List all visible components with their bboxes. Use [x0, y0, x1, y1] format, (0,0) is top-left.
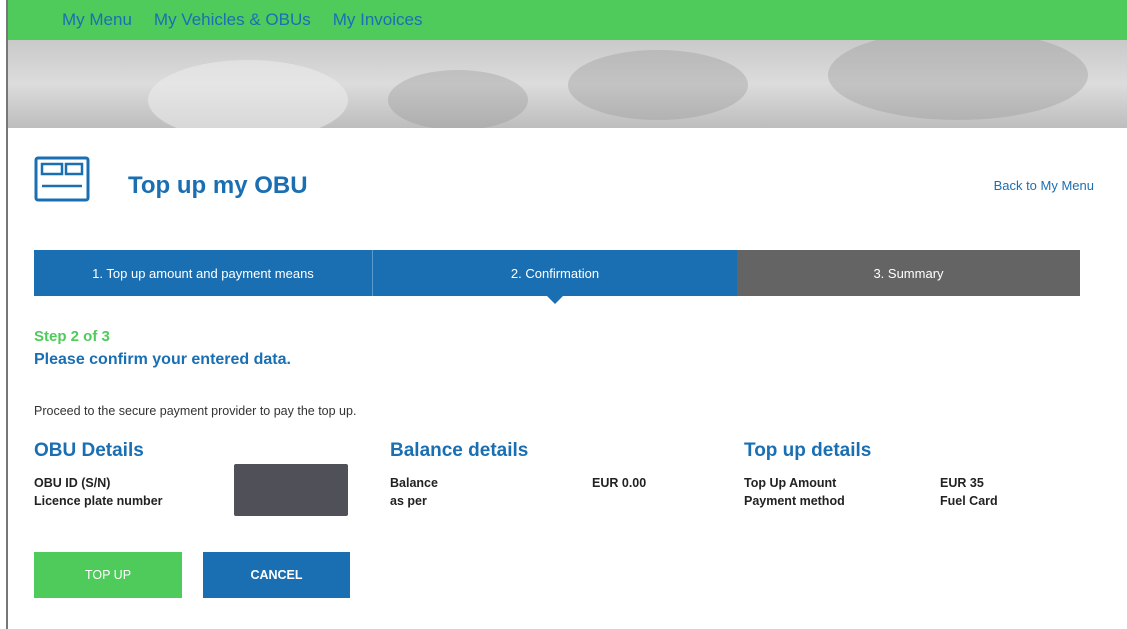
top-navigation: My Menu My Vehicles & OBUs My Invoices [8, 0, 1127, 40]
as-per-row: as per [390, 494, 690, 512]
back-to-my-menu-link[interactable]: Back to My Menu [994, 178, 1094, 193]
step-3-label: 3. Summary [873, 265, 944, 281]
obu-device-icon [34, 156, 90, 202]
topup-amount-row: Top Up Amount EUR 35 [744, 476, 1054, 494]
payment-method-value: Fuel Card [940, 494, 998, 508]
redacted-obu-values [234, 464, 348, 516]
header-banner-image [8, 40, 1127, 128]
balance-details-heading: Balance details [390, 440, 529, 461]
obu-details-heading: OBU Details [34, 440, 144, 461]
page-header: Top up my OBU Back to My Menu [34, 150, 1094, 210]
nav-my-invoices[interactable]: My Invoices [333, 10, 423, 30]
balance-row: Balance EUR 0.00 [390, 476, 690, 494]
step-1-tab[interactable]: 1. Top up amount and payment means [34, 250, 372, 296]
progress-steps: 1. Top up amount and payment means 2. Co… [34, 250, 1080, 304]
nav-my-menu[interactable]: My Menu [62, 10, 132, 30]
as-per-label: as per [390, 494, 427, 508]
balance-value: EUR 0.00 [592, 476, 647, 490]
confirm-heading: Please confirm your entered data. [34, 351, 291, 368]
active-step-indicator [547, 296, 563, 304]
step-1-label: 1. Top up amount and payment means [92, 265, 314, 281]
page-title: Top up my OBU [128, 172, 308, 199]
step-2-tab: 2. Confirmation [372, 250, 737, 304]
balance-details-section: Balance details Balance EUR 0.00 as per [390, 440, 690, 512]
topup-amount-value: EUR 35 [940, 476, 984, 490]
proceed-instruction: Proceed to the secure payment provider t… [34, 404, 357, 418]
step-3-tab: 3. Summary [737, 250, 1080, 296]
licence-plate-label: Licence plate number [34, 494, 163, 508]
top-up-button[interactable]: TOP UP [34, 552, 182, 598]
cancel-button[interactable]: CANCEL [203, 552, 350, 598]
step-counter: Step 2 of 3 [34, 328, 110, 345]
obu-id-label: OBU ID (S/N) [34, 476, 111, 490]
nav-my-vehicles-obus[interactable]: My Vehicles & OBUs [154, 10, 311, 30]
payment-method-label: Payment method [744, 494, 845, 508]
page-frame: My Menu My Vehicles & OBUs My Invoices T… [6, 0, 1127, 629]
topup-details-section: Top up details Top Up Amount EUR 35 Paym… [744, 440, 1054, 512]
payment-method-row: Payment method Fuel Card [744, 494, 1054, 512]
topup-details-heading: Top up details [744, 440, 872, 461]
balance-label: Balance [390, 476, 438, 490]
topup-amount-label: Top Up Amount [744, 476, 837, 490]
step-2-label: 2. Confirmation [510, 265, 600, 281]
